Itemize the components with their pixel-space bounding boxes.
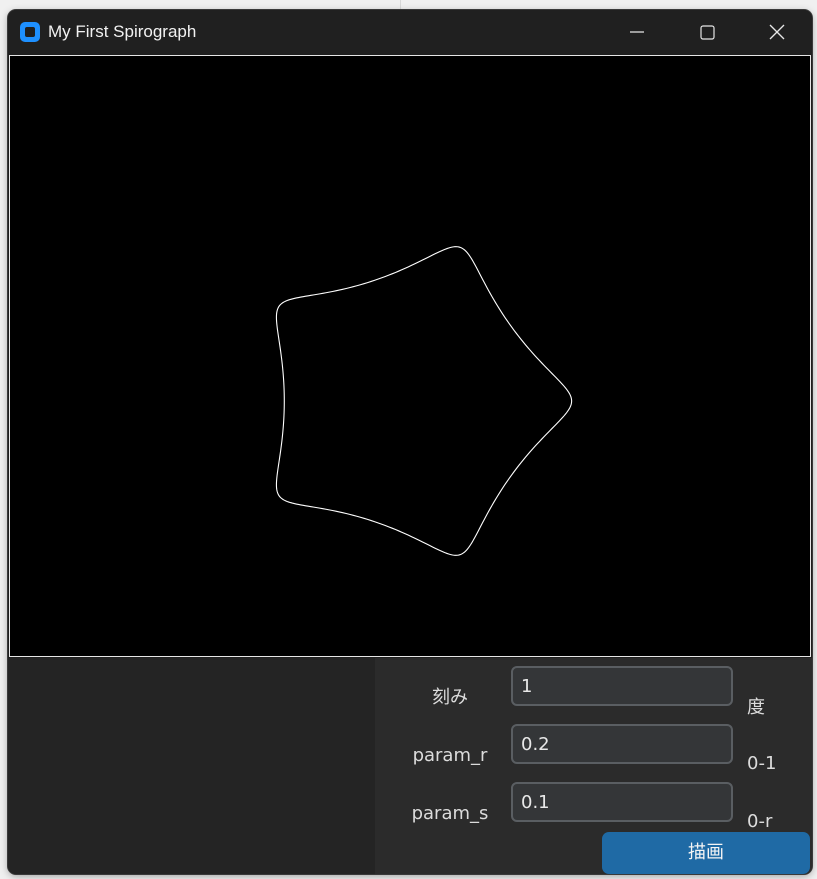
spirograph-curve <box>275 246 573 556</box>
bottom-empty-area <box>8 658 375 874</box>
maximize-icon <box>700 25 715 40</box>
param-s-label: param_s <box>411 803 489 824</box>
step-unit: 度 <box>747 697 765 718</box>
spirograph-plot <box>275 246 573 556</box>
close-button[interactable] <box>742 10 812 54</box>
step-label: 刻み <box>432 687 468 708</box>
param-s-input[interactable] <box>511 782 733 822</box>
draw-button[interactable]: 描画 <box>602 832 810 874</box>
title-bar[interactable]: My First Spirograph <box>8 10 812 54</box>
step-input[interactable] <box>511 666 733 706</box>
window-title: My First Spirograph <box>48 22 197 41</box>
minimize-button[interactable] <box>602 10 672 54</box>
drawing-canvas[interactable] <box>9 55 811 657</box>
param-r-label: param_r <box>412 745 488 766</box>
maximize-button[interactable] <box>672 10 742 54</box>
param-r-input[interactable] <box>511 724 733 764</box>
param-r-unit: 0-1 <box>747 753 777 774</box>
app-icon <box>20 22 40 42</box>
parameter-panel: 刻み 度 param_r 0-1 param_s 0-r 描画 <box>375 658 812 874</box>
minimize-icon <box>630 31 644 33</box>
close-icon <box>769 24 785 40</box>
app-window: My First Spirograph 刻み 度 param_r <box>8 10 812 874</box>
param-s-unit: 0-r <box>747 811 773 832</box>
